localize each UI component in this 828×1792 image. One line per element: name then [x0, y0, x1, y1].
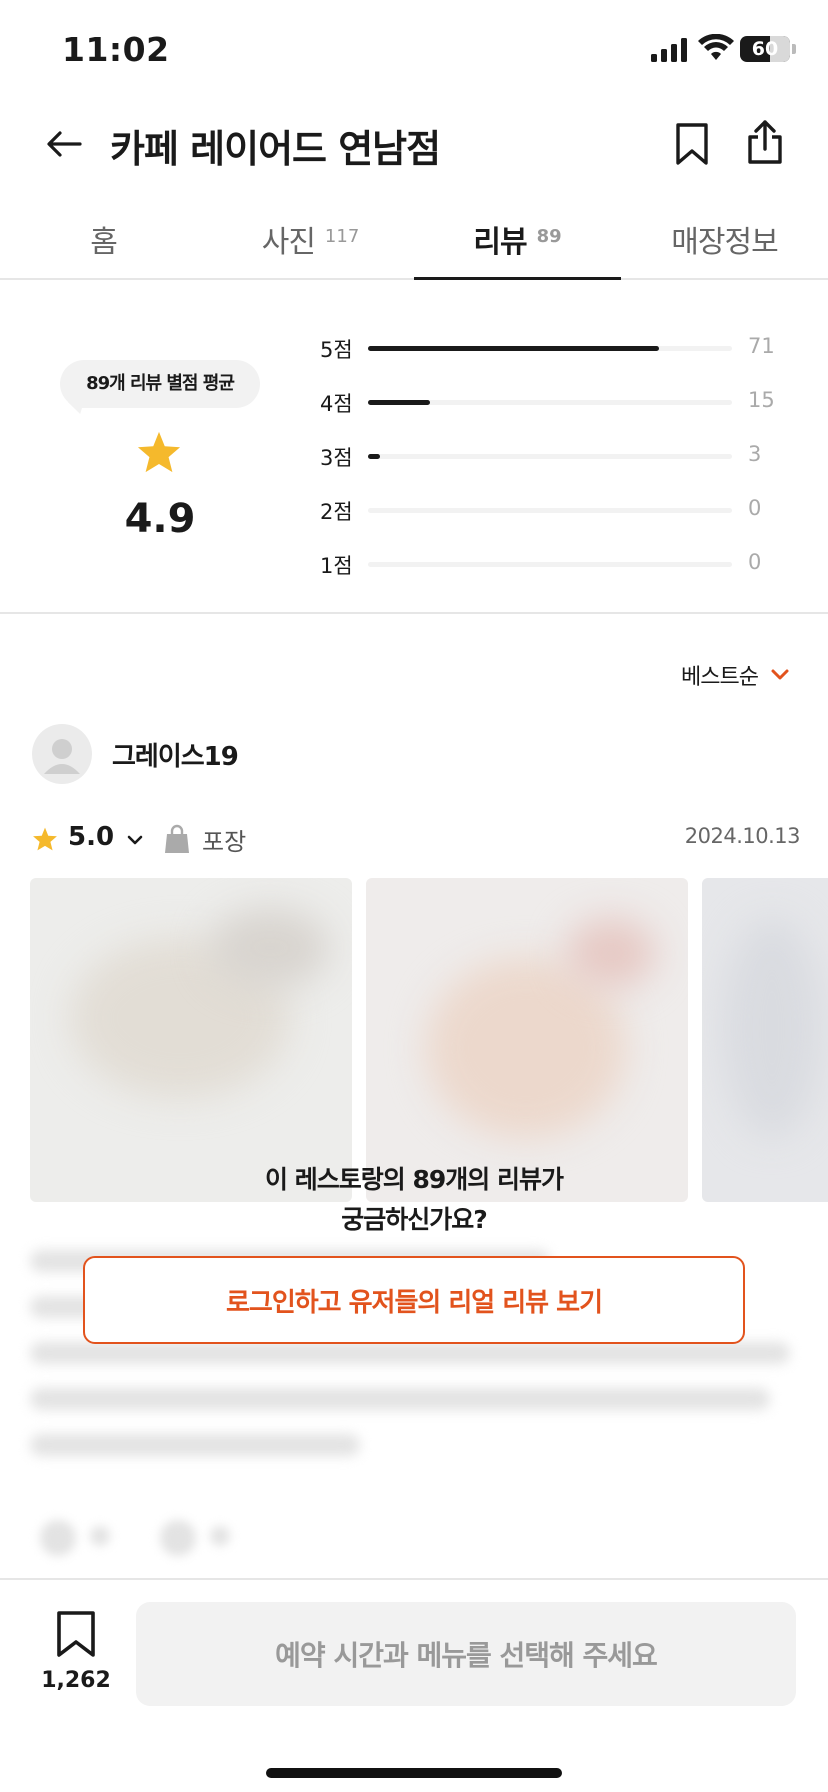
- review-photo-strip[interactable]: [30, 878, 828, 1202]
- review-author[interactable]: 그레이스19: [30, 722, 430, 786]
- avatar: [32, 724, 92, 784]
- wifi-icon: [698, 34, 734, 60]
- star-icon: [33, 827, 57, 851]
- back-button[interactable]: [40, 120, 88, 168]
- header: 카페 레이어드 연남점: [0, 100, 828, 188]
- tab-home[interactable]: 홈: [0, 200, 207, 278]
- rating-count: 15: [748, 388, 775, 412]
- status-bar: 11:02 60: [0, 0, 828, 100]
- rating-label: 1점: [320, 554, 353, 578]
- rating-count: 3: [748, 442, 762, 466]
- arrow-left-icon: [47, 131, 82, 157]
- page-title: 카페 레이어드 연남점: [110, 127, 441, 171]
- review-rating: 5.0: [68, 822, 115, 852]
- rating-count: 71: [748, 334, 775, 358]
- review-photo[interactable]: [366, 878, 688, 1202]
- rating-distribution-row: 1점 0: [320, 548, 780, 580]
- tab-count: 117: [324, 225, 360, 247]
- user-avatar-icon: [44, 739, 80, 774]
- rating-bar-fill: [368, 346, 660, 351]
- rating-bar-fill: [368, 400, 430, 405]
- rating-label: 3점: [320, 446, 353, 470]
- cellular-signal-icon: [651, 38, 687, 62]
- rating-count: 0: [748, 496, 762, 520]
- reserve-button[interactable]: 예약 시간과 메뉴를 선택해 주세요: [136, 1602, 796, 1706]
- bottom-action-bar: 1,262 예약 시간과 메뉴를 선택해 주세요: [0, 1578, 828, 1792]
- rating-label: 2점: [320, 500, 353, 524]
- rating-bar-fill: [368, 454, 380, 459]
- rating-distribution-row: 2점 0: [320, 494, 780, 526]
- tab-photos[interactable]: 사진 117: [207, 200, 414, 278]
- review-photo[interactable]: [702, 878, 828, 1202]
- gate-question-line: 이 레스토랑의 89개의 리뷰가: [265, 1165, 564, 1194]
- average-rating-value: 4.9: [124, 496, 196, 542]
- bookmark-icon: [676, 123, 708, 165]
- rating-distribution-row: 5점 71: [320, 332, 780, 364]
- battery-cap: [792, 44, 796, 54]
- tab-count: 89: [536, 225, 562, 247]
- chevron-down-icon: [127, 835, 143, 845]
- sort-label: 베스트순: [681, 665, 759, 690]
- rating-bar-track: [368, 508, 732, 513]
- battery-percent: 60: [751, 38, 779, 60]
- star-icon: [137, 431, 181, 473]
- order-type: 포장: [202, 828, 247, 856]
- gate-question-line: 궁금하신가요?: [341, 1205, 488, 1234]
- rating-bar-track: [368, 562, 732, 567]
- login-gate-message: 이 레스토랑의 89개의 리뷰가 궁금하신가요?: [164, 1160, 664, 1240]
- rating-label: 4점: [320, 392, 353, 416]
- tab-label: 홈: [90, 225, 118, 260]
- rating-count: 0: [748, 550, 762, 574]
- save-count: 1,262: [41, 1668, 111, 1693]
- author-name: 그레이스19: [112, 742, 239, 772]
- tab-store-info[interactable]: 매장정보: [621, 200, 828, 278]
- bookmark-button[interactable]: [668, 118, 716, 170]
- rating-bar-track: [368, 454, 732, 459]
- rating-detail-toggle[interactable]: [120, 828, 150, 852]
- share-button[interactable]: [740, 114, 790, 170]
- share-icon: [748, 120, 782, 164]
- rating-summary: 89개 리뷰 별점 평균 4.9 5점 71 4점 15 3점 3 2점 0 1…: [0, 282, 828, 614]
- tab-label: 매장정보: [671, 225, 778, 260]
- tab-label: 사진: [261, 225, 316, 260]
- review-meta: 5.0 포장 2024.10.13: [30, 818, 801, 862]
- rating-distribution-row: 3점 3: [320, 440, 780, 472]
- home-indicator: [266, 1768, 562, 1778]
- blurred-reactions: [40, 1520, 240, 1560]
- status-time: 11:02: [62, 30, 170, 69]
- sort-dropdown[interactable]: 베스트순: [660, 650, 790, 700]
- shopping-bag-icon: [165, 824, 189, 853]
- save-button[interactable]: 1,262: [30, 1600, 130, 1710]
- review-date: 2024.10.13: [684, 824, 801, 848]
- battery-icon: 60: [740, 36, 790, 62]
- login-to-view-reviews-button[interactable]: 로그인하고 유저들의 리얼 리뷰 보기: [83, 1256, 745, 1344]
- tab-label: 리뷰: [473, 225, 527, 260]
- average-rating-bubble: 89개 리뷰 별점 평균: [60, 360, 260, 408]
- rating-bar-track: [368, 346, 732, 351]
- bookmark-icon: [57, 1611, 95, 1657]
- tab-bar: 홈 사진 117 리뷰 89 매장정보: [0, 200, 828, 280]
- review-photo[interactable]: [30, 878, 352, 1202]
- rating-label: 5점: [320, 338, 353, 362]
- tab-reviews[interactable]: 리뷰 89: [414, 200, 621, 280]
- rating-bar-track: [368, 400, 732, 405]
- rating-distribution-row: 4점 15: [320, 386, 780, 418]
- chevron-down-icon: [771, 669, 789, 680]
